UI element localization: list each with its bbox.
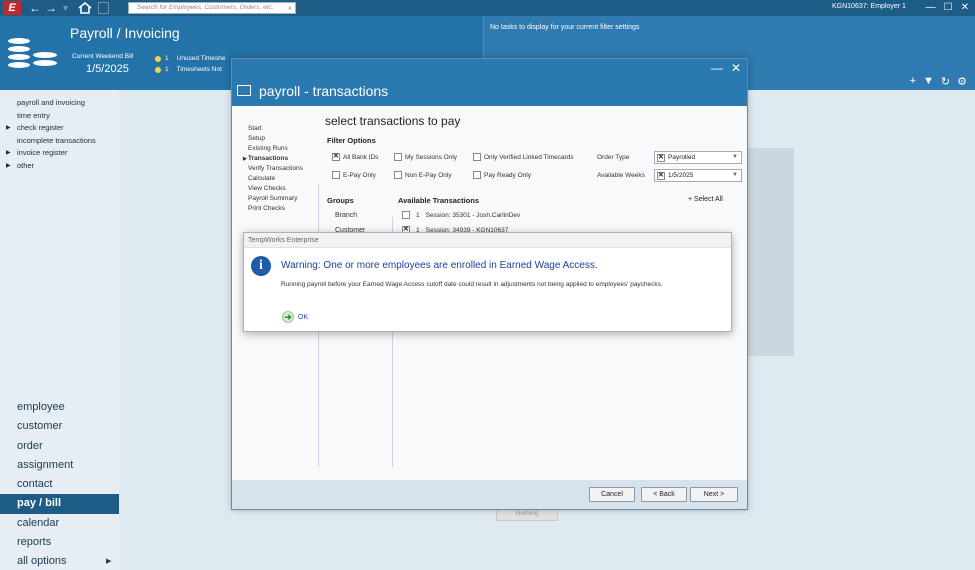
group-branch[interactable]: Branch (335, 212, 357, 219)
step-view-checks[interactable]: View Checks (248, 184, 303, 194)
refresh-icon[interactable]: ↻ (941, 75, 950, 88)
step-existing-runs[interactable]: Existing Runs (248, 144, 303, 154)
history-dropdown-icon[interactable]: ▼ (61, 1, 70, 15)
nav-all-options[interactable]: all options ▶ (0, 552, 129, 570)
money-stack-icon (8, 38, 57, 70)
wizard-icon (237, 85, 251, 96)
all-bank-ids-checkbox[interactable]: All Bank IDs (332, 152, 378, 161)
background-panel (748, 148, 794, 356)
nav-assignment[interactable]: assignment (0, 456, 129, 475)
sub-item-check-register[interactable]: ▶ check register (0, 122, 96, 135)
chevron-down-icon: ▼ (732, 154, 738, 160)
available-weeks-label: Available Weeks (597, 172, 645, 179)
main-navigation: employee customer order assignment conta… (0, 398, 129, 570)
chevron-down-icon: ▼ (732, 172, 738, 178)
step-start[interactable]: Start (248, 124, 303, 134)
non-epay-only-checkbox[interactable]: Non E-Pay Only (394, 171, 452, 179)
nav-order[interactable]: order (0, 437, 129, 456)
nav-employee[interactable]: employee (0, 398, 129, 417)
minimize-icon[interactable]: — (711, 61, 723, 75)
dialog-title: payroll - transactions (259, 83, 389, 99)
sub-item-time-entry[interactable]: time entry (0, 110, 96, 123)
filter-options-title: Filter Options (327, 136, 376, 145)
step-setup[interactable]: Setup (248, 134, 303, 144)
dialog-header: payroll - transactions — ✕ (232, 59, 747, 106)
nav-calendar[interactable]: calendar (0, 514, 129, 533)
sub-item-incomplete-transactions[interactable]: incomplete transactions (0, 135, 96, 148)
my-sessions-only-checkbox[interactable]: My Sessions Only (394, 153, 457, 161)
ok-button[interactable]: ➜ OK (282, 311, 308, 323)
current-weekend-bill-date: 1/5/2025 (86, 63, 129, 75)
select-all-button[interactable]: + Select All (688, 196, 723, 203)
step-payroll-summary[interactable]: Payroll Summary (248, 194, 303, 204)
status-unused-timesheets[interactable]: 1 Unused Timeshe (155, 55, 225, 62)
step-print-checks[interactable]: Print Checks (248, 204, 303, 214)
section-title: select transactions to pay (325, 114, 461, 128)
employer-label: KGN10637: Employer 1 (832, 3, 906, 10)
sub-navigation: payroll and invoicing time entry ▶ check … (0, 97, 96, 172)
no-tasks-message: No tasks to display for your current fil… (490, 24, 640, 31)
close-icon[interactable]: ✕ (961, 0, 969, 16)
nav-contact[interactable]: contact (0, 475, 129, 494)
settings-icon[interactable]: ⚙ (957, 75, 967, 88)
status-timesheets-not[interactable]: 1 Timesheets Not (155, 66, 222, 73)
filter-icon[interactable]: ▼ (923, 75, 934, 88)
warning-dialog: TempWorks Enterprise i Warning: One or m… (243, 232, 732, 332)
app-logo: E (3, 1, 21, 15)
maximize-icon[interactable]: ☐ (944, 0, 953, 16)
available-weeks-select[interactable]: 1/5/2025▼ (654, 169, 742, 182)
sub-item-invoice-register[interactable]: ▶ invoice register (0, 147, 96, 160)
close-icon[interactable]: ✕ (731, 61, 741, 75)
order-type-label: Order Type (597, 154, 630, 161)
wizard-steps: Start Setup Existing Runs ▶ Transactions … (243, 124, 303, 214)
groups-title: Groups (327, 196, 354, 205)
back-button[interactable]: < Back (641, 487, 687, 502)
ok-arrow-icon: ➜ (282, 311, 294, 323)
caret-right-icon: ▶ (106, 558, 112, 566)
pay-ready-only-checkbox[interactable]: Pay Ready Only (473, 171, 531, 179)
search-icon[interactable]: ⌕ (288, 4, 292, 14)
save-icon[interactable] (97, 2, 109, 14)
minimize-icon[interactable]: — (926, 0, 936, 16)
info-icon: i (251, 256, 271, 276)
status-dot-icon (155, 66, 161, 73)
status-dot-icon (155, 55, 161, 62)
order-type-select[interactable]: Payrolled▼ (654, 151, 742, 164)
step-transactions[interactable]: ▶ Transactions (243, 154, 303, 164)
step-verify-transactions[interactable]: Verify Transactions (248, 164, 303, 174)
search-placeholder: Search for Employees, Customers, Orders,… (137, 4, 274, 11)
nav-customer[interactable]: customer (0, 417, 129, 436)
transaction-row[interactable]: 1 Session: 35301 - Josh.CarlinDev (402, 211, 520, 219)
nav-reports[interactable]: reports (0, 533, 129, 552)
epay-only-checkbox[interactable]: E-Pay Only (332, 171, 376, 179)
expand-arrow-icon: ▶ (6, 125, 11, 131)
sub-item-payroll-and-invoicing[interactable]: payroll and invoicing (0, 97, 96, 110)
home-icon[interactable] (78, 1, 92, 14)
add-icon[interactable]: + (910, 75, 916, 88)
only-verified-checkbox[interactable]: Only Verified Linked Timecards (473, 153, 574, 161)
step-calculate[interactable]: Calculate (248, 174, 303, 184)
global-search-input[interactable]: Search for Employees, Customers, Orders,… (128, 2, 296, 14)
current-step-icon: ▶ (243, 156, 247, 162)
ok-label: OK (298, 313, 309, 321)
current-weekend-bill-label: Current Weekend Bill (72, 53, 134, 60)
nav-pay-bill[interactable]: pay / bill (0, 494, 129, 514)
expand-arrow-icon: ▶ (6, 162, 11, 169)
warning-window-title: TempWorks Enterprise (244, 233, 731, 248)
warning-message: Running payroll before your Earned Wage … (281, 281, 663, 288)
next-button[interactable]: Next > (690, 487, 738, 502)
warning-headline: Warning: One or more employees are enrol… (281, 260, 598, 271)
back-arrow-icon[interactable]: ← (29, 1, 41, 15)
expand-arrow-icon: ▶ (6, 150, 11, 156)
page-title: Payroll / Invoicing (70, 25, 180, 41)
available-transactions-title: Available Transactions (398, 196, 480, 205)
forward-arrow-icon[interactable]: → (45, 1, 57, 15)
sub-item-other[interactable]: ▶ other (0, 160, 96, 173)
cancel-button[interactable]: Cancel (589, 487, 635, 502)
